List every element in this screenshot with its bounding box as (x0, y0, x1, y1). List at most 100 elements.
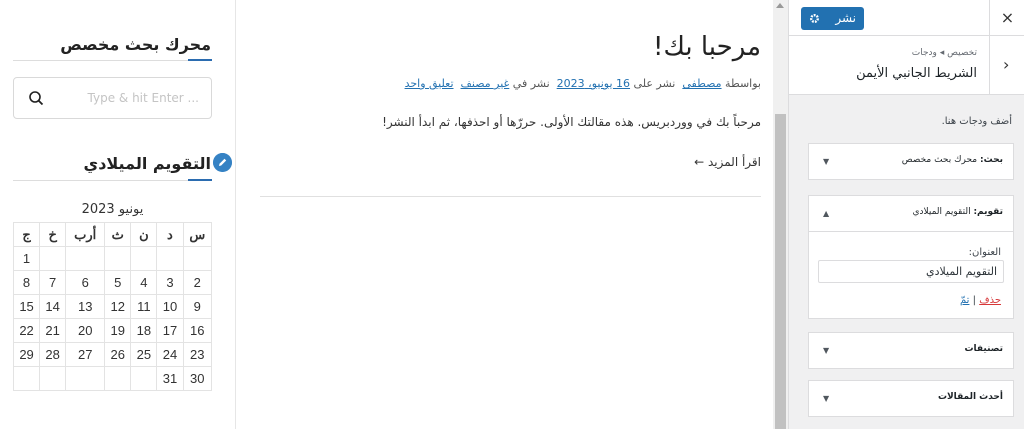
calendar-day: 10 (156, 294, 184, 319)
section-title: الشريط الجانبي الأيمن (856, 66, 977, 81)
chevron-down-icon[interactable]: ▼ (823, 157, 829, 166)
calendar-week-row: 1 (12, 246, 212, 271)
calendar-weekday: خ (39, 222, 67, 247)
calendar-day: 8 (12, 270, 41, 295)
meta-published-on: نشر على (633, 77, 676, 90)
widget-title: تصنيفات (964, 344, 1004, 354)
widget-header[interactable]: بحث: محرك بحث مخصص ▼ (809, 144, 1013, 180)
calendar-day (156, 246, 184, 271)
calendar-day (130, 366, 158, 391)
publish-button[interactable]: نشر (801, 7, 864, 30)
calendar-widget-rule (13, 179, 212, 181)
back-button[interactable]: › (989, 36, 1024, 94)
category-link[interactable]: غير مصنف (461, 77, 510, 90)
chevron-left-icon: › (1003, 55, 1010, 74)
calendar-day: 18 (130, 318, 158, 343)
calendar-weekday: د (156, 222, 184, 247)
widget-header[interactable]: تصنيفات ▼ (809, 333, 1013, 369)
scroll-up-icon[interactable] (776, 3, 784, 8)
calendar-day (39, 246, 67, 271)
publish-label: نشر (835, 11, 856, 25)
calendar-day (182, 246, 212, 271)
calendar-day: 20 (65, 318, 106, 343)
post-title[interactable]: مرحبا بك! (653, 32, 761, 62)
breadcrumb: تخصيص ◂ ودجات (911, 48, 977, 58)
widget-recent-posts[interactable]: أحدث المقالات ▼ (808, 380, 1014, 417)
calendar-day: 22 (12, 318, 41, 343)
chevron-up-icon[interactable]: ▲ (823, 209, 829, 218)
calendar-day (130, 246, 158, 271)
widget-title: تقويم: التقويم الميلادي (912, 207, 1003, 217)
search-icon[interactable] (28, 90, 44, 106)
calendar-day (104, 366, 132, 391)
read-more-link[interactable]: اقرأ المزيد ← (694, 155, 761, 169)
widget-actions: حذف | تمّ (960, 295, 1001, 306)
calendar-day: 28 (39, 342, 67, 367)
widget-header[interactable]: أحدث المقالات ▼ (809, 381, 1013, 417)
customizer-topbar: نشر × (789, 0, 1024, 36)
calendar-day: 5 (104, 270, 132, 295)
calendar-weekday: ن (130, 222, 158, 247)
section-description: أضف ودجات هنا. (941, 116, 1012, 127)
calendar-week-row: 29 28 27 26 25 24 23 (12, 342, 212, 367)
calendar-day (65, 246, 106, 271)
calendar-day: 21 (39, 318, 67, 343)
calendar-day: 1 (12, 246, 41, 271)
actions-separator: | (972, 295, 977, 306)
search-input[interactable]: Type & hit Enter ... (13, 77, 212, 119)
calendar-day: 13 (65, 294, 106, 319)
post-area: مرحبا بك! بواسطة مصطفى نشر على 16 يونيو،… (237, 0, 773, 429)
calendar-day (65, 366, 106, 391)
gear-icon[interactable] (809, 13, 820, 24)
calendar-day: 30 (182, 366, 212, 391)
widget-calendar: تقويم: التقويم الميلادي ▲ العنوان: التقو… (808, 195, 1014, 319)
calendar-day (39, 366, 67, 391)
calendar-day: 25 (130, 342, 158, 367)
calendar-day: 6 (65, 270, 106, 295)
widget-search[interactable]: بحث: محرك بحث مخصص ▼ (808, 143, 1014, 180)
done-link[interactable]: تمّ (960, 295, 969, 306)
calendar-day (12, 366, 41, 391)
calendar-day: 23 (182, 342, 212, 367)
calendar-day: 7 (39, 270, 67, 295)
calendar-day: 27 (65, 342, 106, 367)
widget-categories[interactable]: تصنيفات ▼ (808, 332, 1014, 369)
calendar-day: 3 (156, 270, 184, 295)
calendar-weekday: س (182, 222, 212, 247)
title-field[interactable]: التقويم الميلادي (818, 260, 1004, 283)
calendar-day: 4 (130, 270, 158, 295)
calendar-day: 15 (12, 294, 41, 319)
calendar-day: 29 (12, 342, 41, 367)
close-button[interactable]: × (989, 0, 1024, 36)
calendar-day: 17 (156, 318, 184, 343)
search-widget-title: محرك بحث مخصص (60, 35, 211, 54)
calendar-caption: يونيو 2023 (81, 202, 144, 217)
date-link[interactable]: 16 يونيو، 2023 (557, 77, 630, 90)
search-widget-rule (13, 59, 212, 61)
chevron-down-icon[interactable]: ▼ (823, 346, 829, 355)
calendar-day: 31 (156, 366, 184, 391)
delete-link[interactable]: حذف (979, 295, 1001, 306)
title-field-value: التقويم الميلادي (925, 265, 997, 278)
calendar-day: 9 (182, 294, 212, 319)
customizer-panel: نشر × › تخصيص ◂ ودجات الشريط الجانبي الأ… (788, 0, 1024, 429)
calendar-day: 26 (104, 342, 132, 367)
calendar-week-row: 31 30 (12, 366, 212, 391)
calendar-weekday: أرب (65, 222, 106, 247)
calendar-table: ج خ أرب ث ن د س 1 8 7 6 5 4 3 2 15 14 13 12 11 10 9 22 21 20 19 1… (12, 222, 212, 391)
scrollbar-thumb[interactable] (775, 114, 786, 429)
search-placeholder: Type & hit Enter ... (87, 91, 199, 105)
calendar-day: 24 (156, 342, 184, 367)
calendar-day: 2 (182, 270, 212, 295)
calendar-week-row: 22 21 20 19 18 17 16 (12, 318, 212, 343)
author-link[interactable]: مصطفى (682, 77, 721, 90)
widget-header[interactable]: تقويم: التقويم الميلادي ▲ (809, 196, 1013, 232)
comment-link[interactable]: تعليق واحد (405, 77, 454, 90)
edit-widget-icon[interactable] (213, 153, 232, 172)
calendar-day: 12 (104, 294, 132, 319)
calendar-day: 14 (39, 294, 67, 319)
chevron-down-icon[interactable]: ▼ (823, 394, 829, 403)
title-field-label: العنوان: (968, 247, 1001, 258)
calendar-day: 19 (104, 318, 132, 343)
calendar-day: 11 (130, 294, 158, 319)
